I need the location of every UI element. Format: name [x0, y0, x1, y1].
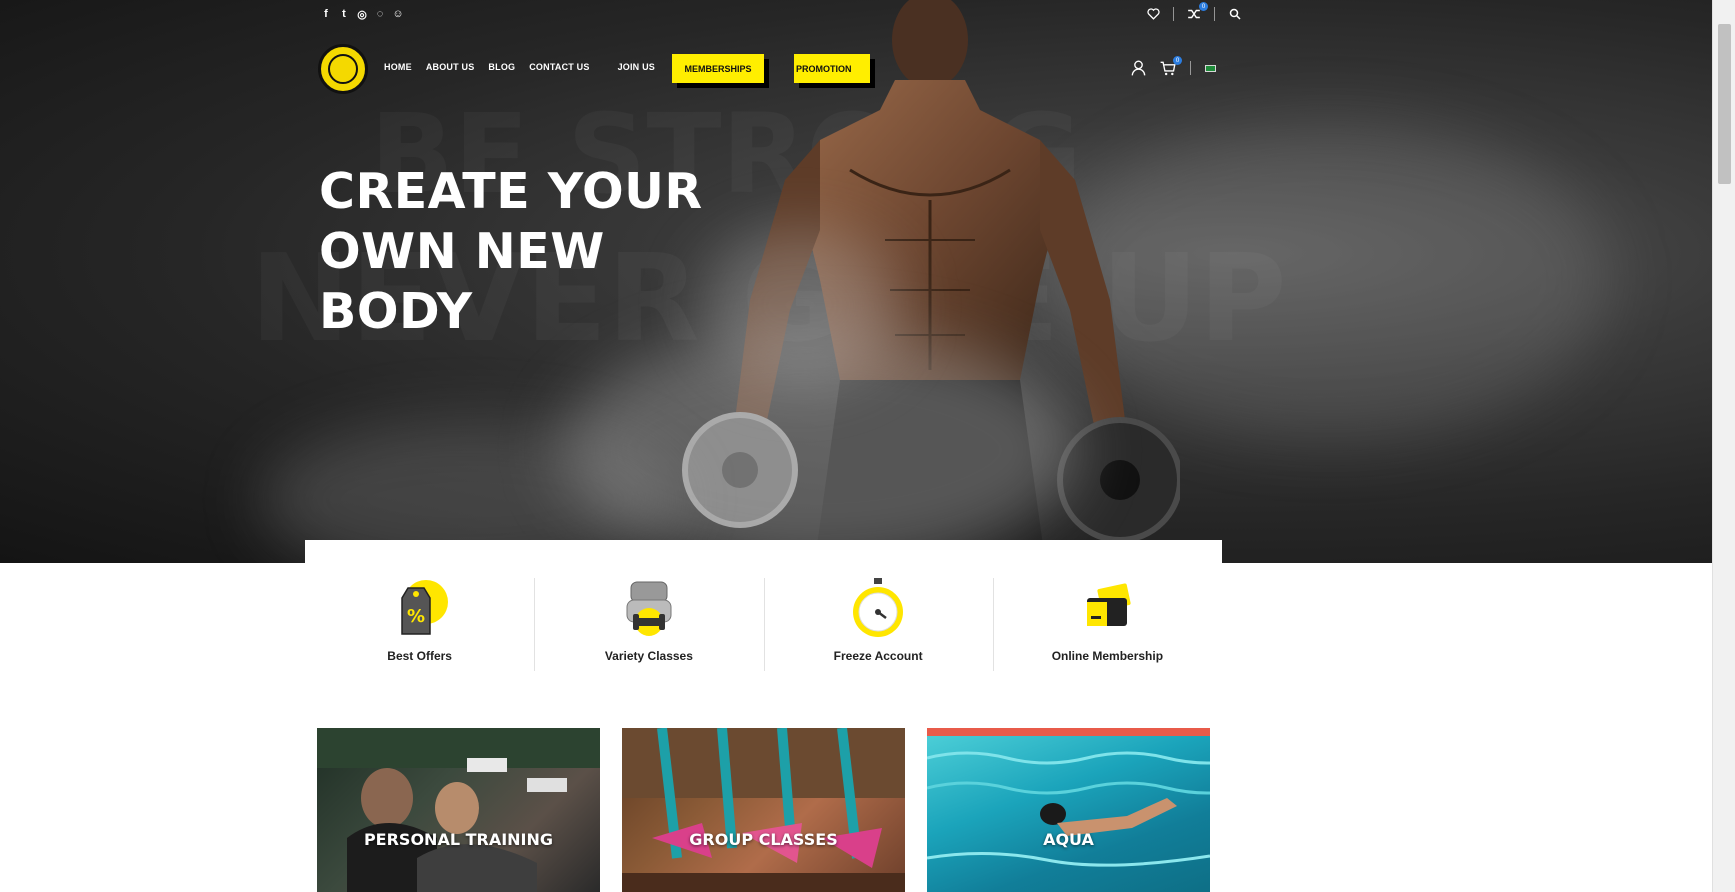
discount-tag-icon: %	[400, 580, 448, 635]
nav-contact-us[interactable]: CONTACT US	[529, 62, 589, 72]
promotion-button[interactable]: PROMOTION	[794, 54, 870, 83]
feature-item[interactable]: Variety Classes	[534, 540, 763, 680]
nav-join-us[interactable]: JOIN US	[618, 62, 655, 72]
dumbbell-icon	[626, 581, 672, 636]
wishlist-icon[interactable]	[1145, 6, 1161, 22]
feature-label: Best Offers	[387, 649, 452, 663]
compare-icon[interactable]: 0	[1186, 2, 1208, 22]
divider	[1173, 7, 1174, 21]
facebook-icon[interactable]: f	[320, 7, 332, 21]
service-card-group-classes[interactable]: GROUP CLASSES	[622, 728, 905, 892]
header-tools: 0	[1130, 56, 1216, 76]
feature-label: Online Membership	[1051, 649, 1164, 663]
hero-section: BE STRONG NEVER GIVE UP	[0, 0, 1712, 563]
service-title: AQUA	[1043, 830, 1094, 849]
divider	[1190, 61, 1191, 75]
cart-count-badge: 0	[1173, 56, 1182, 65]
service-card-aqua[interactable]: AQUA	[927, 728, 1210, 892]
twitter-icon[interactable]: t	[338, 7, 350, 21]
service-title: GROUP CLASSES	[689, 830, 838, 849]
feature-item[interactable]: Freeze Account	[763, 540, 993, 680]
logo-emblem	[328, 54, 358, 84]
personal-training-image	[317, 728, 600, 892]
instagram-icon[interactable]: ◎	[356, 7, 368, 21]
cart-icon[interactable]: 0	[1160, 56, 1182, 76]
service-card-personal-training[interactable]: PERSONAL TRAINING	[317, 728, 600, 892]
cards-icon	[1087, 583, 1131, 626]
scrollbar-thumb[interactable]	[1718, 24, 1731, 184]
service-title: PERSONAL TRAINING	[363, 830, 554, 849]
golds-gym-logo[interactable]	[318, 44, 368, 94]
feature-item[interactable]: Online Membership	[992, 540, 1222, 680]
feature-item[interactable]: % Best Offers	[305, 540, 534, 680]
search-icon[interactable]	[1227, 6, 1243, 22]
feature-label: Freeze Account	[833, 649, 923, 663]
top-tools: 0	[1145, 2, 1243, 22]
stopwatch-icon	[853, 578, 904, 637]
memberships-button[interactable]: MEMBERSHIPS	[672, 54, 764, 83]
aqua-image	[927, 728, 1210, 867]
language-flag-icon[interactable]	[1205, 64, 1216, 72]
hero-title-line: OWN NEW	[319, 223, 605, 280]
hero-title-line: BODY	[319, 283, 473, 340]
feature-label: Variety Classes	[604, 649, 693, 663]
hero-title-line: CREATE YOUR	[319, 163, 703, 220]
nav-home[interactable]: HOME	[384, 62, 412, 72]
svg-text:%: %	[407, 606, 425, 627]
hero-title: CREATE YOUR OWN NEW BODY	[319, 162, 739, 342]
nav-about-us[interactable]: ABOUT US	[426, 62, 475, 72]
social-links: f t ◎ ◌ ☺	[320, 7, 404, 21]
main-nav: HOME ABOUT US BLOG CONTACT US JOIN US	[384, 62, 655, 72]
page: BE STRONG NEVER GIVE UP	[0, 0, 1735, 892]
group-classes-image	[622, 728, 905, 892]
features-bar: % Best Offers Variety Classes Freeze Acc…	[305, 540, 1222, 680]
snapchat-icon[interactable]: ☺	[392, 7, 404, 21]
divider	[1214, 7, 1215, 21]
nav-blog[interactable]: BLOG	[488, 62, 515, 72]
whatsapp-icon[interactable]: ◌	[374, 7, 386, 21]
page-scrollbar[interactable]	[1712, 0, 1735, 892]
user-icon[interactable]	[1130, 60, 1146, 76]
compare-count-badge: 0	[1199, 2, 1208, 11]
